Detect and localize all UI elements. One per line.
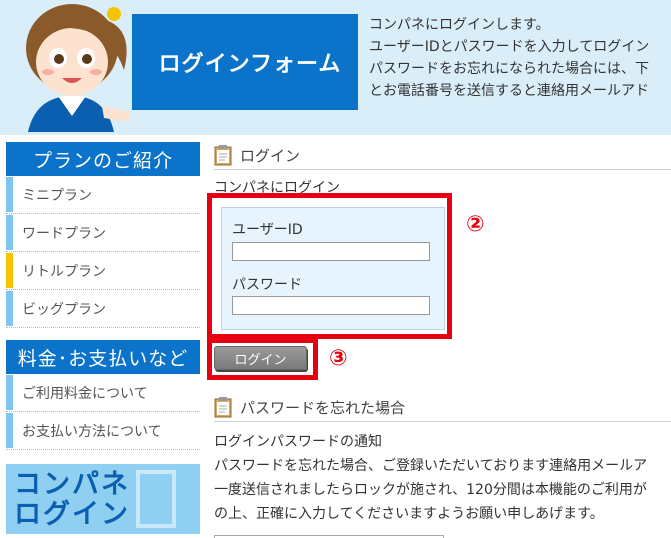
banner-text: コンパネ ログイン	[14, 470, 130, 530]
login-form: ユーザーID パスワード	[221, 207, 445, 330]
sidebar-item-payment[interactable]: お支払い方法について	[6, 412, 200, 450]
control-panel-login-banner[interactable]: コンパネ ログイン	[6, 464, 200, 534]
clipboard-icon	[214, 397, 232, 418]
page-title-banner: ログインフォーム	[132, 14, 358, 110]
section-title: ログイン	[240, 147, 301, 165]
sidebar-item-label: お支払い方法について	[22, 423, 162, 440]
marker-3: ③	[329, 346, 348, 371]
login-section-heading: ログイン	[214, 142, 671, 170]
marker-2: ②	[466, 212, 485, 237]
forgot-password-section: パスワードを忘れた場合 ログインパスワードの通知 パスワードを忘れた場合、ご登録…	[214, 394, 671, 526]
forgot-body-line: 一度送信されましたらロックが施され、120分間は本機能のご利用が	[214, 482, 647, 498]
intro-line: パスワードをお忘れになられた場合には、下	[369, 61, 649, 77]
sidebar-item-label: ご利用料金について	[22, 385, 148, 402]
header: ログインフォーム コンパネにログインします。 ユーザーIDとパスワードを入力して…	[0, 0, 671, 135]
door-arrow-icon	[136, 470, 176, 528]
intro-line: とお電話番号を送信すると連絡用メールアド	[369, 83, 649, 99]
sidebar-item-big-plan[interactable]: ビッグプラン	[6, 290, 200, 328]
fees-heading: 料金･お支払いなど	[6, 340, 200, 374]
password-input[interactable]	[232, 296, 430, 315]
forgot-body-line: の上、正確に入力してくださいますようお願い申しあげます。	[214, 506, 604, 522]
sidebar-item-label: ビッグプラン	[22, 301, 106, 318]
main-content: ログイン コンパネにログイン ユーザーID パスワード ② ログイン ③ パスワ…	[207, 142, 671, 538]
userid-label: ユーザーID	[232, 222, 303, 238]
sidebar: プランのご紹介 ミニプラン ワードプラン リトルプラン ビッグプラン 料金･お支…	[6, 142, 200, 534]
forgot-body-line: パスワードを忘れた場合、ご登録いただいております連絡用メールア	[214, 458, 648, 474]
userid-input[interactable]	[232, 242, 430, 261]
intro-text: コンパネにログインします。 ユーザーIDとパスワードを入力してログイン パスワー…	[369, 14, 671, 102]
banner-line: コンパネ	[14, 469, 130, 500]
plans-heading: プランのご紹介	[6, 142, 200, 176]
clipboard-icon	[214, 145, 232, 166]
sidebar-item-little-plan[interactable]: リトルプラン	[6, 252, 200, 290]
banner-line: ログイン	[14, 499, 130, 530]
section-title: パスワードを忘れた場合	[240, 399, 406, 417]
sidebar-item-mini-plan[interactable]: ミニプラン	[6, 176, 200, 214]
mascot-illustration	[26, 4, 130, 132]
sidebar-item-fees[interactable]: ご利用料金について	[6, 374, 200, 412]
forgot-subheading: ログインパスワードの通知	[214, 434, 382, 450]
password-label: パスワード	[232, 277, 302, 293]
sidebar-item-word-plan[interactable]: ワードプラン	[6, 214, 200, 252]
sidebar-item-label: リトルプラン	[22, 263, 106, 280]
sidebar-item-label: ミニプラン	[22, 187, 92, 204]
login-button[interactable]: ログイン	[214, 346, 307, 370]
intro-line: ユーザーIDとパスワードを入力してログイン	[369, 39, 650, 55]
sidebar-item-label: ワードプラン	[22, 225, 106, 242]
forgot-section-heading: パスワードを忘れた場合	[214, 394, 671, 422]
intro-line: コンパネにログインします。	[369, 17, 550, 33]
page-title: ログインフォーム	[158, 52, 342, 77]
